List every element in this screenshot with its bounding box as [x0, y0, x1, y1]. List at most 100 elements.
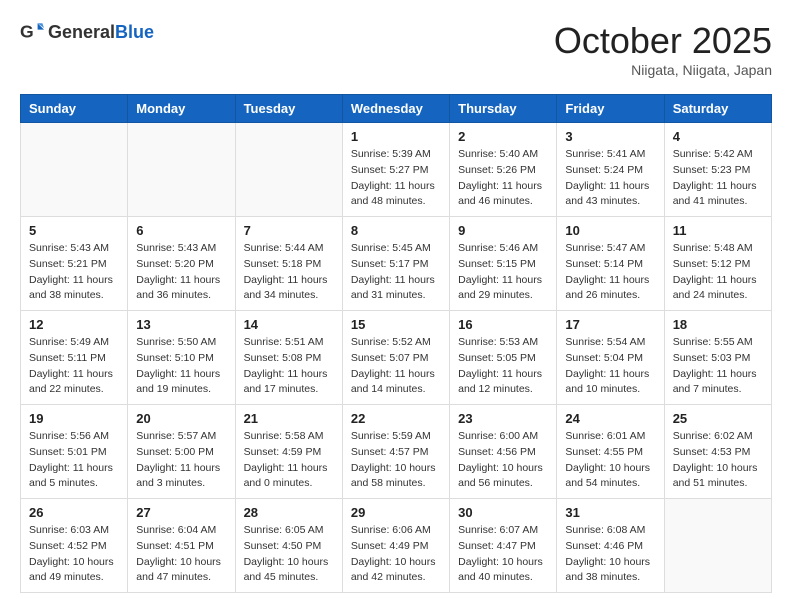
day-info: Sunrise: 5:56 AMSunset: 5:01 PMDaylight:…: [29, 429, 119, 492]
calendar-cell: 23 Sunrise: 6:00 AMSunset: 4:56 PMDayligh…: [450, 405, 557, 499]
day-info: Sunrise: 5:43 AMSunset: 5:20 PMDaylight:…: [136, 241, 226, 304]
calendar-week-row: 12Sunrise: 5:49 AMSunset: 5:11 PMDayligh…: [21, 311, 772, 405]
day-info: Sunrise: 6:05 AMSunset: 4:50 PMDaylight:…: [244, 523, 334, 586]
location: Niigata, Niigata, Japan: [554, 62, 772, 78]
calendar-cell: 12Sunrise: 5:49 AMSunset: 5:11 PMDayligh…: [21, 311, 128, 405]
day-info: Sunrise: 5:42 AMSunset: 5:23 PMDaylight:…: [673, 147, 763, 210]
day-number: 26: [29, 505, 119, 520]
weekday-header-sunday: Sunday: [21, 95, 128, 123]
calendar-table: SundayMondayTuesdayWednesdayThursdayFrid…: [20, 94, 772, 593]
calendar-cell: 31Sunrise: 6:08 AMSunset: 4:46 PMDayligh…: [557, 499, 664, 593]
day-number: 22: [351, 411, 441, 426]
day-number: 18: [673, 317, 763, 332]
day-info: Sunrise: 5:48 AMSunset: 5:12 PMDaylight:…: [673, 241, 763, 304]
calendar-cell: 3 Sunrise: 5:41 AMSunset: 5:24 PMDaylight…: [557, 123, 664, 217]
weekday-header-wednesday: Wednesday: [342, 95, 449, 123]
day-info: Sunrise: 5:52 AMSunset: 5:07 PMDaylight:…: [351, 335, 441, 398]
calendar-cell: 19Sunrise: 5:56 AMSunset: 5:01 PMDayligh…: [21, 405, 128, 499]
day-number: 7: [244, 223, 334, 238]
day-number: 28: [244, 505, 334, 520]
day-number: 5: [29, 223, 119, 238]
calendar-cell: 27 Sunrise: 6:04 AMSunset: 4:51 PMDayligh…: [128, 499, 235, 593]
day-info: Sunrise: 5:41 AMSunset: 5:24 PMDaylight:…: [565, 147, 655, 210]
day-info: Sunrise: 5:43 AMSunset: 5:21 PMDaylight:…: [29, 241, 119, 304]
logo-text: GeneralBlue: [48, 22, 154, 43]
day-info: Sunrise: 5:59 AMSunset: 4:57 PMDaylight:…: [351, 429, 441, 492]
day-number: 6: [136, 223, 226, 238]
day-number: 16: [458, 317, 548, 332]
calendar-cell: [128, 123, 235, 217]
calendar-week-row: 26 Sunrise: 6:03 AMSunset: 4:52 PMDayligh…: [21, 499, 772, 593]
calendar-cell: 6 Sunrise: 5:43 AMSunset: 5:20 PMDaylight…: [128, 217, 235, 311]
calendar-cell: [664, 499, 771, 593]
logo-icon: G: [20, 20, 44, 44]
calendar-cell: 24 Sunrise: 6:01 AMSunset: 4:55 PMDayligh…: [557, 405, 664, 499]
day-number: 30: [458, 505, 548, 520]
calendar-cell: 29Sunrise: 6:06 AMSunset: 4:49 PMDayligh…: [342, 499, 449, 593]
day-number: 29: [351, 505, 441, 520]
day-number: 24: [565, 411, 655, 426]
logo-general: General: [48, 22, 115, 42]
calendar-cell: 4Sunrise: 5:42 AMSunset: 5:23 PMDaylight…: [664, 123, 771, 217]
calendar-cell: 22 Sunrise: 5:59 AMSunset: 4:57 PMDayligh…: [342, 405, 449, 499]
day-info: Sunrise: 5:47 AMSunset: 5:14 PMDaylight:…: [565, 241, 655, 304]
day-number: 31: [565, 505, 655, 520]
page-header: G GeneralBlue October 2025 Niigata, Niig…: [20, 20, 772, 78]
month-title: October 2025: [554, 20, 772, 62]
day-number: 9: [458, 223, 548, 238]
calendar-cell: 25 Sunrise: 6:02 AMSunset: 4:53 PMDayligh…: [664, 405, 771, 499]
day-number: 10: [565, 223, 655, 238]
day-info: Sunrise: 5:49 AMSunset: 5:11 PMDaylight:…: [29, 335, 119, 398]
calendar-cell: 30Sunrise: 6:07 AMSunset: 4:47 PMDayligh…: [450, 499, 557, 593]
day-number: 11: [673, 223, 763, 238]
calendar-cell: 13 Sunrise: 5:50 AMSunset: 5:10 PMDayligh…: [128, 311, 235, 405]
calendar-week-row: 19Sunrise: 5:56 AMSunset: 5:01 PMDayligh…: [21, 405, 772, 499]
day-info: Sunrise: 5:39 AMSunset: 5:27 PMDaylight:…: [351, 147, 441, 210]
calendar-cell: 8 Sunrise: 5:45 AMSunset: 5:17 PMDaylight…: [342, 217, 449, 311]
day-info: Sunrise: 6:02 AMSunset: 4:53 PMDaylight:…: [673, 429, 763, 492]
day-info: Sunrise: 5:51 AMSunset: 5:08 PMDaylight:…: [244, 335, 334, 398]
day-number: 27: [136, 505, 226, 520]
weekday-header-monday: Monday: [128, 95, 235, 123]
calendar-week-row: 1 Sunrise: 5:39 AMSunset: 5:27 PMDaylight…: [21, 123, 772, 217]
day-number: 1: [351, 129, 441, 144]
weekday-header-saturday: Saturday: [664, 95, 771, 123]
weekday-header-row: SundayMondayTuesdayWednesdayThursdayFrid…: [21, 95, 772, 123]
svg-text:G: G: [20, 22, 34, 42]
day-number: 14: [244, 317, 334, 332]
day-info: Sunrise: 6:00 AMSunset: 4:56 PMDaylight:…: [458, 429, 548, 492]
day-info: Sunrise: 5:54 AMSunset: 5:04 PMDaylight:…: [565, 335, 655, 398]
day-info: Sunrise: 5:50 AMSunset: 5:10 PMDaylight:…: [136, 335, 226, 398]
title-block: October 2025 Niigata, Niigata, Japan: [554, 20, 772, 78]
calendar-cell: 16 Sunrise: 5:53 AMSunset: 5:05 PMDayligh…: [450, 311, 557, 405]
day-number: 8: [351, 223, 441, 238]
calendar-cell: 9Sunrise: 5:46 AMSunset: 5:15 PMDaylight…: [450, 217, 557, 311]
day-info: Sunrise: 5:55 AMSunset: 5:03 PMDaylight:…: [673, 335, 763, 398]
day-info: Sunrise: 6:01 AMSunset: 4:55 PMDaylight:…: [565, 429, 655, 492]
weekday-header-thursday: Thursday: [450, 95, 557, 123]
day-number: 20: [136, 411, 226, 426]
logo: G GeneralBlue: [20, 20, 154, 44]
calendar-cell: 28 Sunrise: 6:05 AMSunset: 4:50 PMDayligh…: [235, 499, 342, 593]
day-number: 2: [458, 129, 548, 144]
day-info: Sunrise: 5:53 AMSunset: 5:05 PMDaylight:…: [458, 335, 548, 398]
day-number: 25: [673, 411, 763, 426]
calendar-cell: 7 Sunrise: 5:44 AMSunset: 5:18 PMDaylight…: [235, 217, 342, 311]
day-number: 3: [565, 129, 655, 144]
day-info: Sunrise: 5:40 AMSunset: 5:26 PMDaylight:…: [458, 147, 548, 210]
calendar-cell: 2 Sunrise: 5:40 AMSunset: 5:26 PMDaylight…: [450, 123, 557, 217]
day-number: 13: [136, 317, 226, 332]
day-info: Sunrise: 6:04 AMSunset: 4:51 PMDaylight:…: [136, 523, 226, 586]
calendar-cell: 26 Sunrise: 6:03 AMSunset: 4:52 PMDayligh…: [21, 499, 128, 593]
calendar-cell: 14 Sunrise: 5:51 AMSunset: 5:08 PMDayligh…: [235, 311, 342, 405]
day-info: Sunrise: 6:03 AMSunset: 4:52 PMDaylight:…: [29, 523, 119, 586]
day-number: 17: [565, 317, 655, 332]
calendar-cell: 10 Sunrise: 5:47 AMSunset: 5:14 PMDayligh…: [557, 217, 664, 311]
day-number: 23: [458, 411, 548, 426]
day-info: Sunrise: 5:44 AMSunset: 5:18 PMDaylight:…: [244, 241, 334, 304]
day-number: 21: [244, 411, 334, 426]
day-info: Sunrise: 5:45 AMSunset: 5:17 PMDaylight:…: [351, 241, 441, 304]
calendar-cell: 20Sunrise: 5:57 AMSunset: 5:00 PMDayligh…: [128, 405, 235, 499]
calendar-cell: 18 Sunrise: 5:55 AMSunset: 5:03 PMDayligh…: [664, 311, 771, 405]
calendar-week-row: 5 Sunrise: 5:43 AMSunset: 5:21 PMDaylight…: [21, 217, 772, 311]
